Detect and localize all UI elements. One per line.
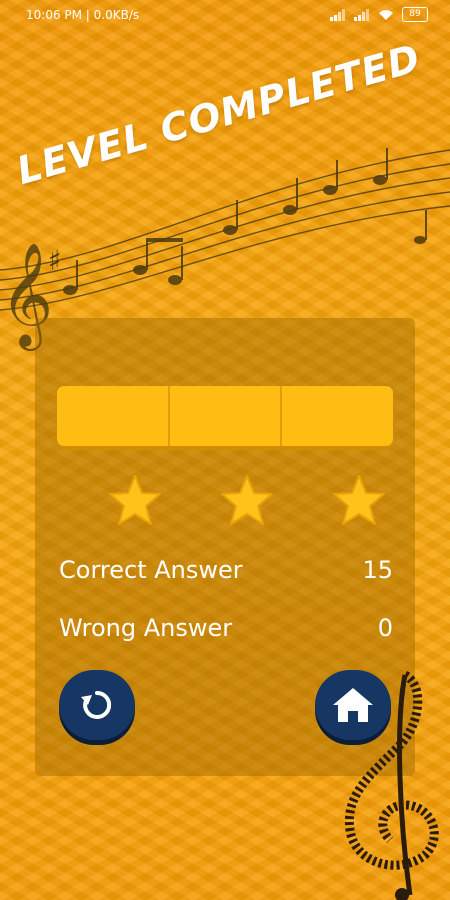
- correct-answer-label: Correct Answer: [59, 556, 243, 584]
- wifi-icon: [379, 9, 393, 20]
- replay-button[interactable]: [59, 670, 135, 740]
- signal-icon-2: [354, 8, 369, 21]
- progress-segment: [282, 386, 393, 446]
- progress-bar: [57, 386, 393, 446]
- status-icons: 89: [330, 7, 428, 22]
- wrong-answer-label: Wrong Answer: [59, 614, 233, 642]
- status-time: 10:06 PM | 0.0KB/s: [26, 8, 140, 22]
- star-icon: [333, 475, 385, 525]
- status-bar: 10:06 PM | 0.0KB/s 89: [0, 0, 450, 30]
- star-rating: [107, 473, 407, 533]
- replay-icon: [81, 690, 112, 719]
- star-icon: [221, 475, 273, 525]
- wrong-answer-value: 0: [377, 614, 393, 642]
- progress-segment: [57, 386, 170, 446]
- battery-icon: 89: [402, 7, 428, 22]
- treble-clef-decoration: [344, 670, 439, 900]
- progress-segment: [170, 386, 283, 446]
- signal-icon: [330, 8, 345, 21]
- correct-answer-value: 15: [362, 556, 393, 584]
- star-icon: [109, 475, 161, 525]
